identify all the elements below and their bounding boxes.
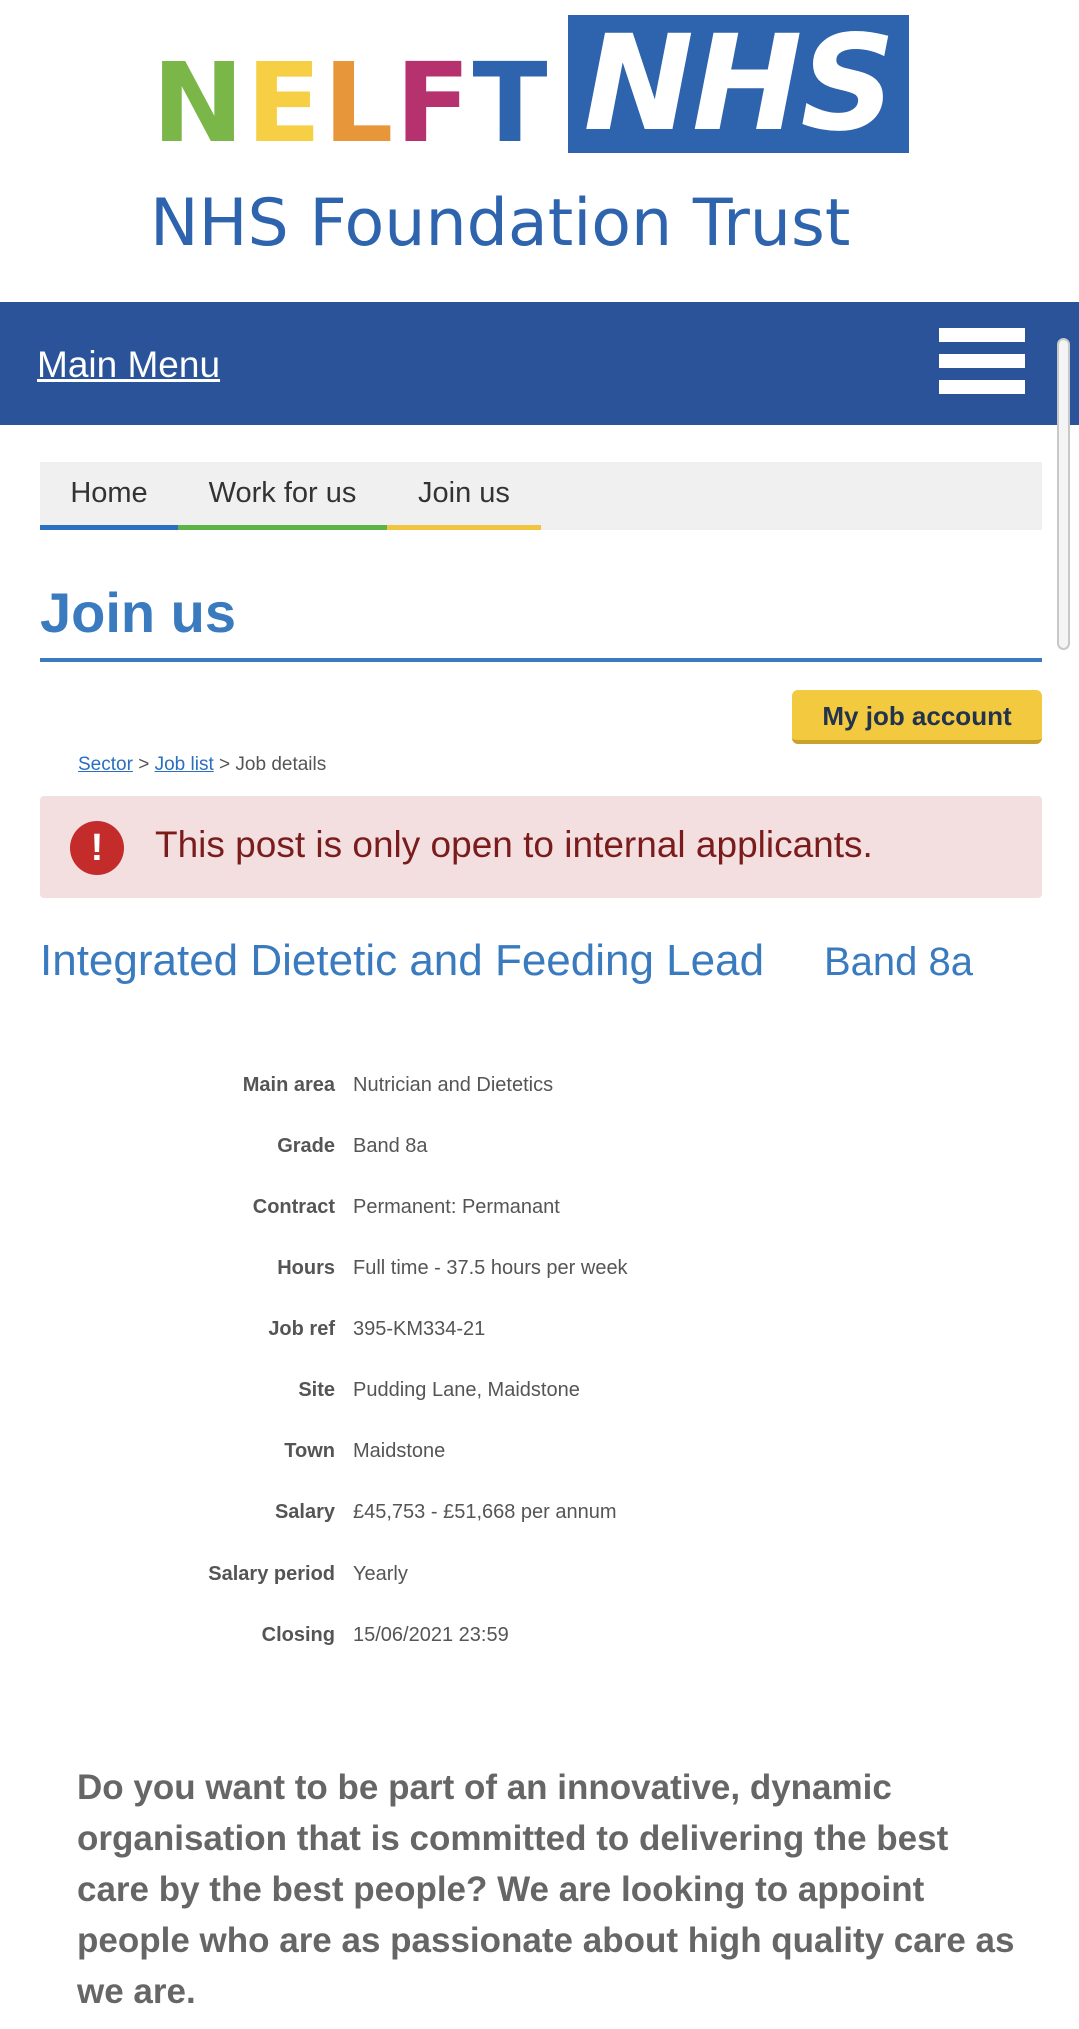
site-header: NELFT NHS NHS Foundation Trust — [0, 0, 1079, 302]
job-intro-text: Do you want to be part of an innovative,… — [77, 1768, 1015, 2011]
logo-letter: L — [323, 39, 396, 167]
alert-message: This post is only open to internal appli… — [155, 824, 873, 865]
detail-row: Site Pudding Lane, Maidstone — [0, 1371, 1079, 1411]
internal-only-alert: ! This post is only open to internal app… — [40, 796, 1042, 898]
breadcrumb-separator: > — [138, 754, 150, 775]
hamburger-icon[interactable] — [939, 328, 1025, 394]
detail-row: Salary £45,753 - £51,668 per annum — [0, 1493, 1079, 1533]
detail-label: Site — [298, 1379, 335, 1401]
logo-letter: F — [395, 39, 473, 167]
detail-value: Nutrician and Dietetics — [353, 1074, 554, 1096]
detail-row: Closing 15/06/2021 23:59 — [0, 1616, 1079, 1656]
my-job-account-button[interactable]: My job account — [792, 690, 1042, 744]
alert-icon: ! — [70, 821, 124, 875]
detail-value: Maidstone — [353, 1440, 446, 1462]
breadcrumb-job-list-link[interactable]: Job list — [155, 754, 214, 775]
detail-label: Job ref — [268, 1318, 335, 1340]
tab-home[interactable]: Home — [40, 462, 178, 530]
nhs-logo-text: NHS — [583, 7, 895, 161]
detail-row: Grade Band 8a — [0, 1127, 1079, 1167]
title-divider — [40, 658, 1042, 662]
breadcrumb-tabs: Home Work for us Join us — [40, 462, 1042, 530]
trust-name: NHS Foundation Trust — [150, 186, 851, 261]
page-title: Join us — [40, 581, 237, 644]
detail-label: Closing — [261, 1624, 335, 1646]
scrollbar[interactable] — [1057, 338, 1070, 650]
detail-value: £45,753 - £51,668 per annum — [353, 1501, 617, 1523]
tab-work-for-us[interactable]: Work for us — [178, 462, 387, 530]
detail-label: Salary period — [208, 1563, 335, 1585]
detail-value: Band 8a — [353, 1135, 428, 1157]
detail-row: Contract Permanent: Permanant — [0, 1188, 1079, 1228]
detail-label: Main area — [242, 1074, 335, 1096]
breadcrumb-separator: > — [219, 754, 231, 775]
detail-row: Town Maidstone — [0, 1432, 1079, 1472]
main-menu-link[interactable]: Main Menu — [37, 344, 220, 386]
detail-row: Hours Full time - 37.5 hours per week — [0, 1249, 1079, 1289]
tab-join-us[interactable]: Join us — [387, 462, 541, 530]
detail-value: 395-KM334-21 — [353, 1318, 486, 1340]
detail-value: 15/06/2021 23:59 — [353, 1624, 509, 1646]
job-band: Band 8a — [824, 940, 974, 984]
breadcrumb-sector-link[interactable]: Sector — [78, 754, 133, 775]
detail-value: Permanent: Permanant — [353, 1196, 560, 1218]
logo-letter: E — [246, 39, 324, 167]
main-nav-bar: Main Menu — [0, 302, 1079, 425]
detail-label: Grade — [277, 1135, 335, 1157]
detail-value: Full time - 37.5 hours per week — [353, 1257, 628, 1279]
logo-letter: N — [152, 39, 247, 167]
detail-row: Salary period Yearly — [0, 1555, 1079, 1595]
detail-value: Yearly — [353, 1563, 408, 1585]
detail-label: Contract — [252, 1196, 335, 1218]
detail-value: Pudding Lane, Maidstone — [353, 1379, 580, 1401]
nhs-logo[interactable]: NHS — [568, 15, 909, 153]
detail-label: Salary — [274, 1501, 335, 1523]
nelft-logo[interactable]: NELFT — [152, 48, 550, 158]
logo-letter: T — [472, 39, 550, 167]
job-title: Integrated Dietetic and Feeding Lead — [40, 936, 765, 985]
detail-row: Main area Nutrician and Dietetics — [0, 1066, 1079, 1106]
detail-row: Job ref 395-KM334-21 — [0, 1310, 1079, 1350]
detail-label: Town — [284, 1440, 335, 1462]
detail-label: Hours — [277, 1257, 335, 1279]
breadcrumb-current: Job details — [235, 754, 327, 775]
breadcrumb: Sector > Job list > Job details — [78, 754, 326, 776]
